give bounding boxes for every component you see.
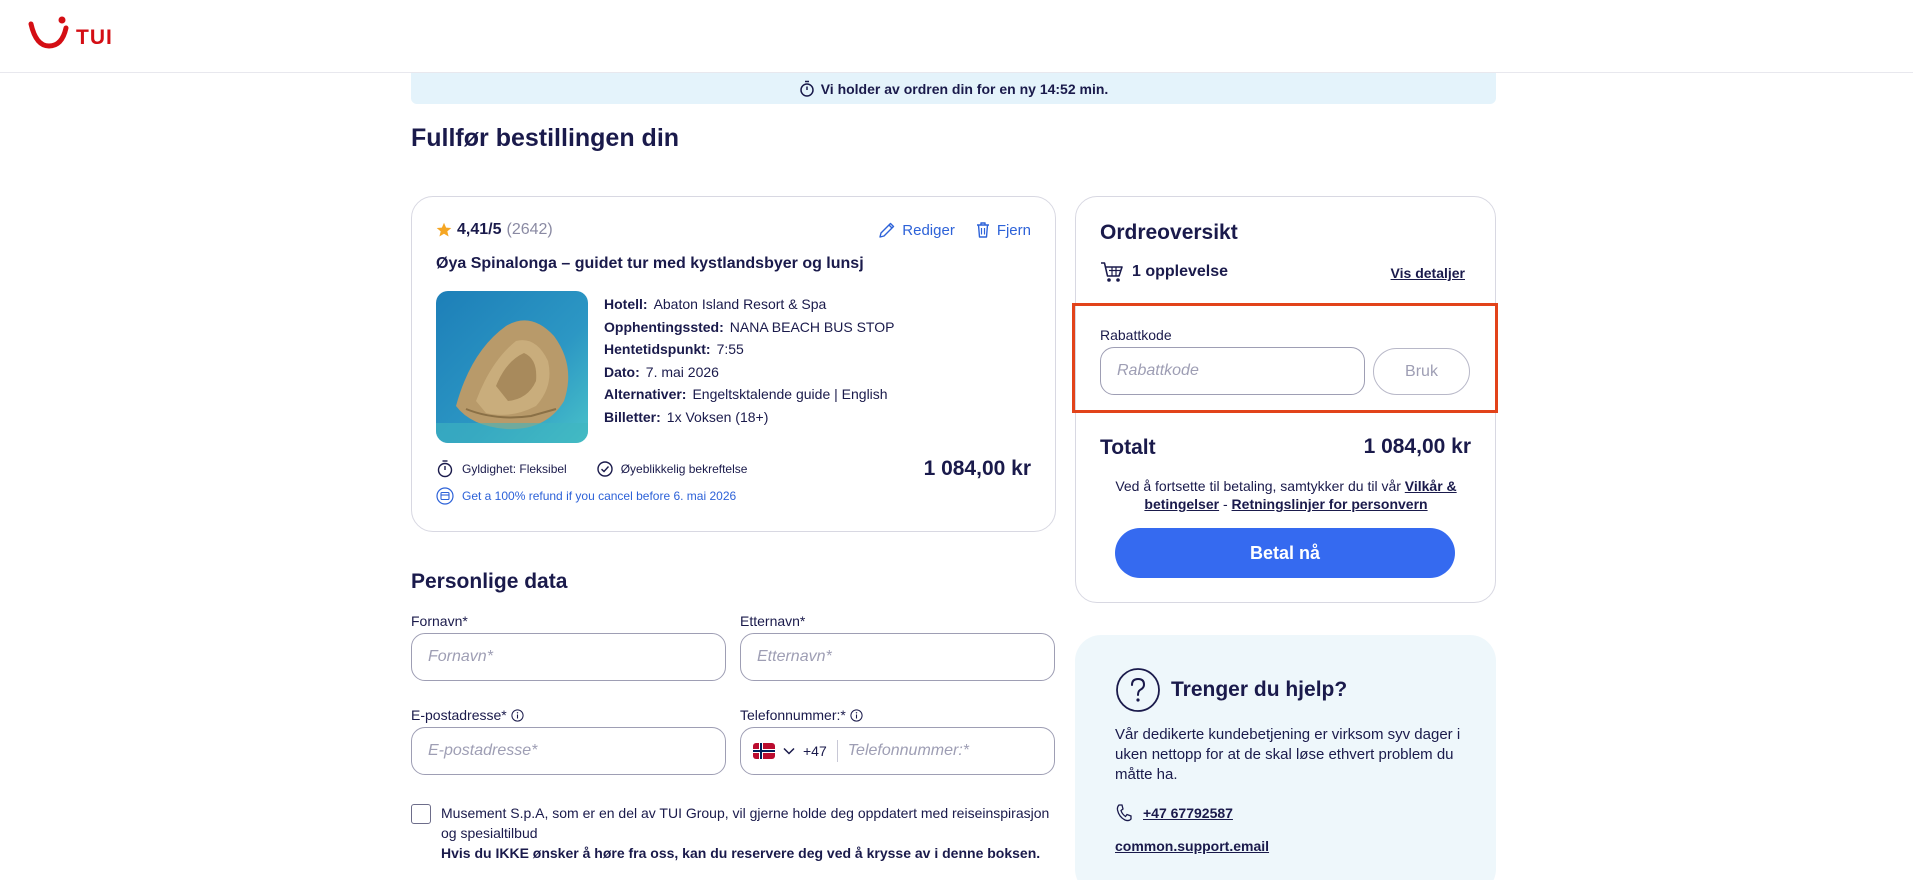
phone-field-group: +47 (740, 727, 1055, 775)
help-question-icon (1116, 668, 1160, 712)
total-value: 1 084,00 kr (1363, 435, 1471, 458)
pay-now-button[interactable]: Betal nå (1115, 528, 1455, 578)
personal-data-title: Personlige data (411, 570, 568, 593)
privacy-link[interactable]: Retningslinjer for personvern (1232, 496, 1428, 512)
email-label: E-postadresse* (411, 707, 524, 723)
trash-icon (976, 222, 989, 238)
info-icon[interactable] (850, 708, 863, 722)
product-details: Hotell: Abaton Island Resort & Spa Opphen… (604, 293, 894, 428)
timer-text: Vi holder av ordren din for en ny 14:52 … (820, 80, 1109, 97)
help-header: Trenger du hjelp? (1115, 667, 1347, 713)
first-name-label: Fornavn* (411, 613, 468, 629)
marketing-consent: Musement S.p.A, som er en del av TUI Gro… (411, 803, 1061, 863)
discount-code-label: Rabattkode (1100, 327, 1172, 343)
edit-label: Rediger (902, 221, 955, 239)
stopwatch-icon (799, 80, 814, 97)
remove-label: Fjern (996, 221, 1031, 239)
marketing-opt-out-checkbox[interactable] (411, 804, 431, 824)
phone-input[interactable] (847, 742, 1038, 760)
help-email-link[interactable]: common.support.email (1115, 838, 1269, 854)
apply-discount-button[interactable]: Bruk (1373, 348, 1470, 395)
phone-country-code: +47 (803, 743, 827, 759)
detail-hotel: Hotell: Abaton Island Resort & Spa (604, 296, 827, 312)
product-price: 1 084,00 kr (923, 457, 1031, 480)
view-details-link[interactable]: Vis detaljer (1391, 265, 1465, 281)
rating-count: (2642) (506, 221, 553, 238)
product-card: 4,41/5 (2642) Rediger Fjern Øya Spinalon… (411, 196, 1056, 532)
help-card: Trenger du hjelp? Vår dedikerte kundebet… (1075, 635, 1496, 880)
email-input[interactable] (411, 727, 726, 775)
detail-tickets: Billetter: 1x Voksen (18+) (604, 408, 769, 425)
detail-pickup-location: Opphentingssted: NANA BEACH BUS STOP (604, 318, 895, 335)
cart-icon (1101, 262, 1123, 282)
order-count: 1 opplevelse (1100, 261, 1228, 283)
refund-text: Get a 100% refund if you cancel before 6… (462, 489, 737, 503)
chevron-down-icon (783, 747, 795, 755)
product-title: Øya Spinalonga – guidet tur med kystland… (436, 255, 864, 272)
edit-button[interactable]: Rediger (878, 221, 955, 239)
terms-text: Ved å fortsette til betaling, samtykker … (1115, 478, 1457, 512)
product-meta: Gyldighet: Fleksibel Øyeblikkelig bekref… (436, 459, 747, 478)
stopwatch-icon (437, 460, 453, 478)
tui-logo[interactable]: TUI (28, 16, 113, 52)
order-count-text: 1 opplevelse (1132, 263, 1229, 280)
validity-text: Gyldighet: Fleksibel (462, 461, 567, 476)
phone-icon (1116, 804, 1132, 822)
detail-date: Dato: 7. mai 2026 (604, 363, 719, 380)
refund-info: Get a 100% refund if you cancel before 6… (436, 487, 736, 505)
order-title: Ordreoversikt (1100, 221, 1238, 244)
detail-pickup-time: Hentetidspunkt: 7:55 (604, 341, 744, 357)
norway-flag-icon (753, 743, 775, 759)
page-title: Fullfør bestillingen din (411, 124, 680, 152)
calendar-refund-icon (436, 487, 454, 505)
confirmation-text: Øyeblikkelig bekreftelse (620, 461, 748, 476)
pencil-icon (879, 222, 895, 238)
help-text: Vår dedikerte kundebetjening er virksom … (1115, 726, 1461, 783)
detail-options: Alternativer: Engeltsktalende guide | Eng… (604, 386, 888, 402)
check-circle-icon (597, 460, 613, 477)
last-name-input[interactable] (740, 633, 1055, 681)
rating: 4,41/5 (2642) (436, 221, 553, 239)
help-phone-link[interactable]: +47 67792587 (1115, 803, 1233, 823)
star-icon (436, 222, 452, 237)
last-name-label: Etternavn* (740, 613, 806, 629)
remove-button[interactable]: Fjern (975, 221, 1031, 239)
phone-label: Telefonnummer:* (740, 707, 863, 723)
help-title: Trenger du hjelp? (1171, 678, 1348, 701)
consent-bold-text: Hvis du IKKE ønsker å høre fra oss, kan … (441, 845, 1041, 861)
header: TUI (0, 0, 1913, 73)
product-image (436, 291, 588, 443)
discount-code-input[interactable] (1100, 347, 1365, 395)
first-name-input[interactable] (411, 633, 726, 681)
country-selector[interactable] (753, 743, 795, 759)
rating-score: 4,41/5 (457, 221, 502, 238)
consent-text: Musement S.p.A, som er en del av TUI Gro… (441, 805, 1050, 841)
total-label: Totalt (1100, 436, 1156, 459)
product-actions: Rediger Fjern (878, 221, 1031, 239)
logo-text: TUI (76, 26, 113, 49)
info-icon[interactable] (511, 708, 524, 722)
tui-smile-icon (28, 16, 69, 49)
reservation-timer: Vi holder av ordren din for en ny 14:52 … (411, 73, 1496, 104)
